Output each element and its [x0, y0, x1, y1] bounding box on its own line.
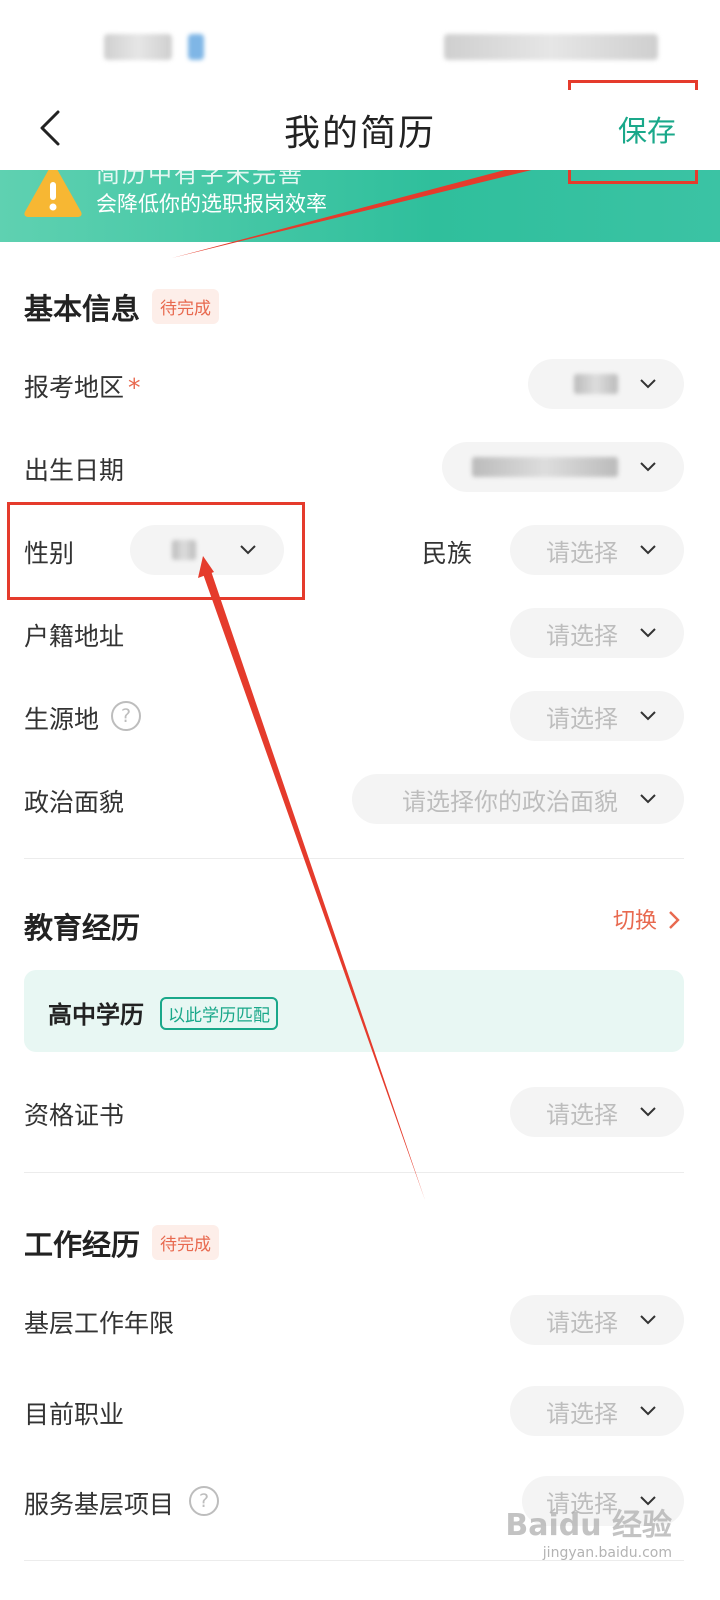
status-icons-blurred [444, 34, 658, 60]
region-label: 报考地区 * [24, 368, 141, 404]
cert-placeholder: 请选择 [546, 1100, 618, 1129]
politics-select[interactable]: 请选择你的政治面貌 [352, 774, 684, 824]
page-title: 我的简历 [283, 113, 436, 154]
section-title-basic: 基本信息 [24, 292, 141, 326]
annotation-box-gender [7, 502, 305, 600]
politics-placeholder: 请选择你的政治面貌 [402, 787, 618, 816]
years-placeholder: 请选择 [546, 1308, 618, 1337]
origin-placeholder: 请选择 [546, 704, 618, 733]
origin-select[interactable]: 请选择 [510, 691, 684, 741]
chevron-down-icon [640, 1107, 656, 1117]
ethnic-select[interactable]: 请选择 [510, 525, 684, 575]
status-time-blurred [104, 34, 172, 60]
ethnic-label: 民族 [422, 539, 473, 568]
top-nav-bar: 我的简历 保存 [0, 90, 720, 170]
watermark-url: jingyan.baidu.com [542, 1545, 672, 1561]
status-badge-basic: 待完成 [152, 289, 219, 324]
switch-link[interactable]: 切换 [613, 903, 680, 935]
hukou-select[interactable]: 请选择 [510, 608, 684, 658]
politics-label: 政治面貌 [24, 788, 125, 817]
status-indicator-blurred [188, 34, 204, 60]
job-placeholder: 请选择 [546, 1399, 618, 1428]
chevron-down-icon [640, 545, 656, 555]
help-icon[interactable]: ? [111, 701, 141, 731]
chevron-down-icon [640, 462, 656, 472]
required-star: * [128, 373, 141, 402]
chevron-down-icon [640, 1406, 656, 1416]
chevron-down-icon [640, 628, 656, 638]
match-badge: 以此学历匹配 [160, 997, 278, 1030]
region-select[interactable] [528, 359, 684, 409]
hukou-label: 户籍地址 [24, 622, 125, 651]
help-icon[interactable]: ? [189, 1486, 219, 1516]
status-bar [0, 0, 720, 90]
birth-value-blurred [472, 457, 618, 477]
education-card-title: 高中学历 [48, 1001, 144, 1029]
cert-select[interactable]: 请选择 [510, 1087, 684, 1137]
chevron-down-icon [640, 794, 656, 804]
chevron-right-icon [669, 911, 680, 929]
banner-text: 会降低你的选职报岗效率 [96, 192, 327, 216]
banner-partial-text: 简历中有字未完善 [96, 168, 304, 188]
section-title-work: 工作经历 [24, 1228, 141, 1262]
job-select[interactable]: 请选择 [510, 1386, 684, 1436]
section-title-education: 教育经历 [24, 911, 141, 945]
region-label-text: 报考地区 [24, 373, 125, 402]
chevron-down-icon [640, 379, 656, 389]
section-divider [24, 858, 684, 859]
warning-icon [24, 168, 82, 217]
cert-label: 资格证书 [24, 1101, 125, 1130]
origin-label: 生源地 [24, 705, 100, 734]
chevron-down-icon [640, 711, 656, 721]
hukou-placeholder: 请选择 [546, 621, 618, 650]
switch-label: 切换 [612, 909, 657, 934]
region-value-blurred [574, 374, 618, 394]
birth-label: 出生日期 [24, 456, 125, 485]
education-card[interactable]: 高中学历 以此学历匹配 [24, 970, 684, 1052]
annotation-arrow-to-gender [202, 568, 425, 1200]
status-badge-work: 待完成 [152, 1225, 219, 1260]
service-label: 服务基层项目 [24, 1490, 175, 1519]
years-select[interactable]: 请选择 [510, 1295, 684, 1345]
years-label: 基层工作年限 [24, 1309, 175, 1338]
chevron-down-icon [640, 1315, 656, 1325]
ethnic-placeholder: 请选择 [546, 538, 618, 567]
section-divider [24, 1172, 684, 1173]
job-label: 目前职业 [24, 1400, 125, 1429]
watermark-logo: Baidu 经验 [505, 1508, 672, 1543]
birth-select[interactable] [442, 442, 684, 492]
save-button[interactable]: 保存 [618, 108, 676, 150]
